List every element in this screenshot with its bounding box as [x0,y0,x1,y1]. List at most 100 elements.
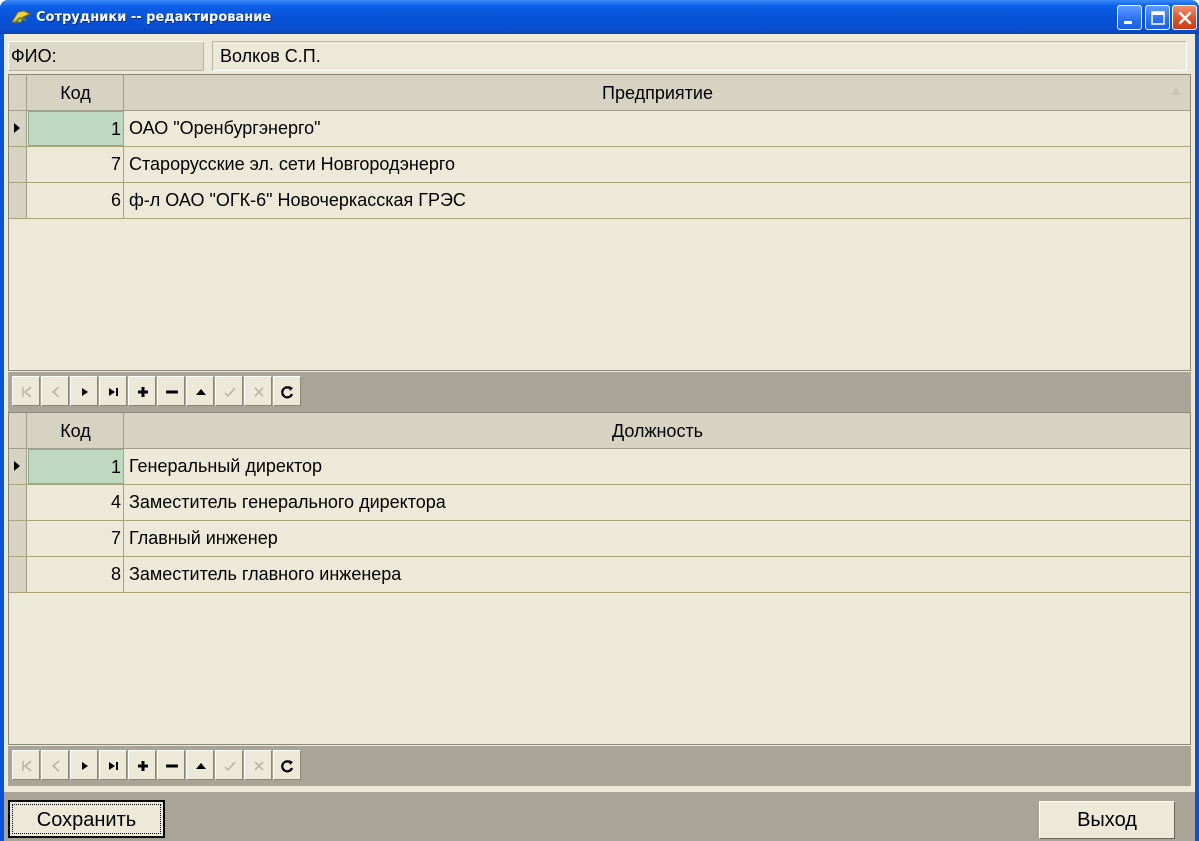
enterprise-grid-header: Код Предприятие [9,75,1190,111]
first-icon [22,386,32,398]
cancel-icon [254,387,264,397]
cell-code[interactable]: 6 [28,183,124,218]
table-row[interactable]: 1 ОАО "Оренбургэнерго" [9,111,1190,147]
nav-next-button[interactable] [70,376,98,406]
current-row-icon [14,123,20,133]
sort-arrow-icon [1172,88,1180,95]
delete-icon [166,764,178,768]
nav-prior-button[interactable] [41,750,69,780]
nav-refresh-button[interactable] [273,376,301,406]
app-icon [11,10,32,24]
nav-post-button[interactable] [215,750,243,780]
nav-post-button[interactable] [215,376,243,406]
cell-enterprise[interactable]: ОАО "Оренбургэнерго" [127,111,1190,146]
fio-label: ФИО: [8,41,204,71]
edit-icon [196,389,206,395]
last-icon [109,762,118,770]
delete-icon [166,390,178,394]
title-bar[interactable]: Сотрудники -- редактирование [0,0,1199,34]
nav-delete-button[interactable] [157,376,185,406]
position-grid[interactable]: Код Должность 1 Генеральный директор 4 З… [8,412,1191,745]
fio-field[interactable]: Волков С.П. [212,41,1187,71]
column-header-code[interactable]: Код [28,75,124,111]
current-row-icon [14,461,20,471]
maximize-icon [1151,11,1165,25]
enterprise-navigator [8,372,1191,412]
employee-edit-window: Сотрудники -- редактирование ФИО: Волков… [0,0,1199,841]
close-icon [1178,11,1192,25]
edit-icon [196,763,206,769]
exit-button[interactable]: Выход [1039,801,1175,839]
minimize-icon [1124,21,1132,24]
enterprise-grid[interactable]: Код Предприятие 1 ОАО "Оренбургэнерго" 7… [8,74,1191,371]
next-icon [82,762,88,770]
table-row[interactable]: 7 Старорусские эл. сети Новгородэнерго [9,147,1190,183]
minimize-button[interactable] [1117,5,1142,30]
column-header-enterprise[interactable]: Предприятие [125,75,1190,111]
nav-edit-button[interactable] [186,376,214,406]
cell-enterprise[interactable]: ф-л ОАО "ОГК-6" Новочеркасская ГРЭС [127,183,1190,218]
position-grid-header: Код Должность [9,413,1190,449]
row-indicator [9,183,27,218]
refresh-icon [281,760,294,773]
save-button[interactable]: Сохранить [8,800,165,838]
row-indicator [9,449,27,484]
nav-insert-button[interactable] [128,750,156,780]
post-icon [224,387,236,398]
nav-last-button[interactable] [99,750,127,780]
last-icon [109,388,118,396]
prior-icon [51,386,60,398]
cell-code[interactable]: 4 [28,485,124,520]
prior-icon [51,760,60,772]
close-button[interactable] [1172,5,1197,30]
column-header-code[interactable]: Код [28,413,124,449]
cell-position[interactable]: Генеральный директор [127,449,1190,484]
row-indicator [9,111,27,146]
row-indicator [9,147,27,182]
next-icon [82,388,88,396]
nav-insert-button[interactable] [128,376,156,406]
maximize-button[interactable] [1145,5,1170,30]
row-indicator [9,557,27,592]
insert-icon [138,387,148,397]
table-row[interactable]: 6 ф-л ОАО "ОГК-6" Новочеркасская ГРЭС [9,183,1190,219]
cell-code[interactable]: 1 [28,449,124,484]
nav-edit-button[interactable] [186,750,214,780]
insert-icon [138,761,148,771]
table-row[interactable]: 4 Заместитель генерального директора [9,485,1190,521]
cell-position[interactable]: Главный инженер [127,521,1190,556]
nav-cancel-button[interactable] [244,750,272,780]
bottom-button-bar: Сохранить Выход [4,792,1195,841]
window-title: Сотрудники -- редактирование [36,10,272,25]
cell-position[interactable]: Заместитель генерального директора [127,485,1190,520]
cell-code[interactable]: 7 [28,147,124,182]
cell-position[interactable]: Заместитель главного инженера [127,557,1190,592]
cell-code[interactable]: 1 [28,111,124,146]
table-row[interactable]: 8 Заместитель главного инженера [9,557,1190,593]
header-indicator [9,75,27,111]
table-row[interactable]: 1 Генеральный директор [9,449,1190,485]
cell-code[interactable]: 8 [28,557,124,592]
nav-cancel-button[interactable] [244,376,272,406]
header-indicator [9,413,27,449]
nav-prior-button[interactable] [41,376,69,406]
column-header-enterprise-label: Предприятие [602,83,713,103]
nav-last-button[interactable] [99,376,127,406]
nav-refresh-button[interactable] [273,750,301,780]
refresh-icon [281,386,294,399]
post-icon [224,761,236,772]
first-icon [22,760,32,772]
row-indicator [9,485,27,520]
nav-first-button[interactable] [12,750,40,780]
nav-delete-button[interactable] [157,750,185,780]
cell-code[interactable]: 7 [28,521,124,556]
cancel-icon [254,761,264,771]
nav-next-button[interactable] [70,750,98,780]
nav-first-button[interactable] [12,376,40,406]
table-row[interactable]: 7 Главный инженер [9,521,1190,557]
row-indicator [9,521,27,556]
position-navigator [8,746,1191,786]
column-header-position[interactable]: Должность [125,413,1190,449]
client-area: ФИО: Волков С.П. Код Предприятие 1 ОАО "… [4,34,1195,841]
cell-enterprise[interactable]: Старорусские эл. сети Новгородэнерго [127,147,1190,182]
